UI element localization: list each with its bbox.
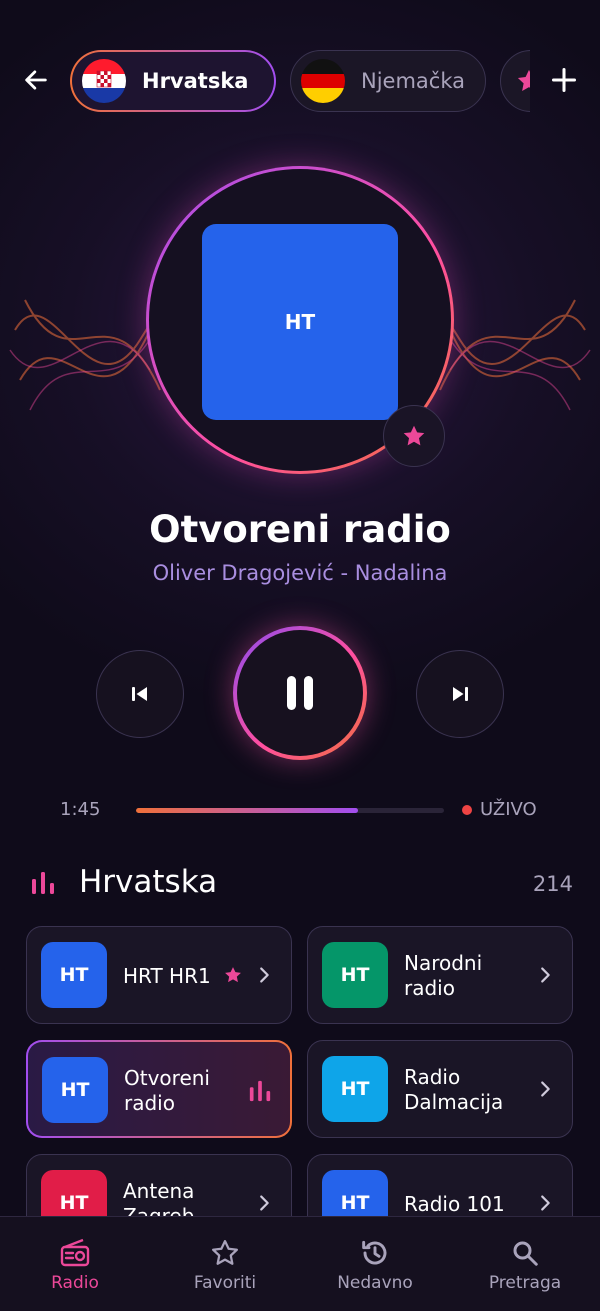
next-button[interactable] bbox=[416, 650, 504, 738]
station-logo: HT bbox=[42, 1057, 108, 1123]
station-card[interactable]: HT Radio 101 bbox=[307, 1154, 573, 1216]
station-name: Radio 101 bbox=[404, 1191, 505, 1216]
country-bar: Hrvatska Njemačka bbox=[0, 48, 600, 114]
app-screen: Hrvatska Njemačka HT Otvoreni radio Oliv… bbox=[0, 0, 600, 1311]
station-name: Radio Dalmacija bbox=[404, 1065, 504, 1114]
country-chip-njemacka[interactable]: Njemačka bbox=[290, 50, 486, 112]
station-logo: HT bbox=[322, 942, 388, 1008]
progress-fill bbox=[136, 808, 358, 813]
station-card[interactable]: HT Antena Zagreb bbox=[26, 1154, 292, 1216]
station-logo: HT bbox=[41, 942, 107, 1008]
nav-label: Radio bbox=[51, 1273, 99, 1293]
star-icon bbox=[517, 69, 530, 92]
station-card[interactable]: HT HRT HR1 bbox=[26, 926, 292, 1024]
station-card[interactable]: HT Radio Dalmacija bbox=[307, 1040, 573, 1138]
country-chip-hrvatska[interactable]: Hrvatska bbox=[70, 50, 276, 112]
pause-button[interactable] bbox=[233, 626, 367, 760]
station-name: Otvoreni radio bbox=[124, 1066, 210, 1115]
chevron-right-icon bbox=[541, 1081, 550, 1097]
now-playing-track: Oliver Dragojević - Nadalina bbox=[152, 561, 448, 585]
skip-previous-icon bbox=[132, 687, 147, 701]
country-chip-label: Njemačka bbox=[361, 69, 465, 93]
pause-icon bbox=[287, 676, 313, 710]
chevron-right-icon bbox=[541, 1195, 550, 1211]
progress-bar[interactable] bbox=[136, 808, 444, 813]
chevron-right-icon bbox=[260, 1195, 269, 1211]
star-icon bbox=[403, 425, 425, 446]
station-card-active[interactable]: HT Otvoreni radio bbox=[26, 1040, 292, 1138]
nav-label: Nedavno bbox=[337, 1273, 413, 1293]
arrow-left-icon bbox=[25, 70, 47, 90]
country-chip-favorites[interactable] bbox=[500, 50, 530, 112]
station-grid: HT HRT HR1 HT Narodni radio HT Otvoreni … bbox=[26, 926, 574, 1216]
station-card[interactable]: HT Narodni radio bbox=[307, 926, 573, 1024]
station-logo: HT bbox=[322, 1170, 388, 1216]
nav-label: Pretraga bbox=[488, 1273, 562, 1293]
live-dot-icon bbox=[462, 804, 472, 815]
country-chip-label: Hrvatska bbox=[142, 69, 249, 93]
station-name: Antena Zagreb bbox=[123, 1179, 195, 1216]
nav-radio[interactable]: Radio bbox=[0, 1217, 150, 1311]
croatia-flag-icon bbox=[82, 59, 126, 103]
section-header: Hrvatska 214 bbox=[30, 862, 575, 906]
equalizer-icon bbox=[32, 872, 54, 894]
station-name: Narodni radio bbox=[404, 951, 483, 1000]
radio-icon bbox=[60, 1238, 90, 1267]
nav-nedavno[interactable]: Nedavno bbox=[300, 1217, 450, 1311]
favorite-button[interactable] bbox=[383, 405, 445, 467]
bottom-navigation: Radio Favoriti Nedavno Pretraga bbox=[0, 1216, 600, 1311]
equalizer-icon bbox=[249, 1080, 271, 1102]
station-logo: HT bbox=[41, 1170, 107, 1216]
back-button[interactable] bbox=[14, 58, 58, 102]
section-title: Hrvatska bbox=[79, 864, 218, 900]
nav-label: Favoriti bbox=[193, 1273, 257, 1293]
country-chips: Hrvatska Njemačka bbox=[70, 48, 530, 114]
germany-flag-icon bbox=[301, 59, 345, 103]
star-outline-icon bbox=[212, 1240, 238, 1265]
plus-icon bbox=[551, 67, 577, 93]
add-country-button[interactable] bbox=[542, 58, 586, 102]
chevron-right-icon bbox=[260, 967, 269, 983]
nav-favoriti[interactable]: Favoriti bbox=[150, 1217, 300, 1311]
station-count: 214 bbox=[532, 872, 573, 896]
nav-pretraga[interactable]: Pretraga bbox=[450, 1217, 600, 1311]
history-icon bbox=[362, 1240, 387, 1265]
search-icon bbox=[513, 1241, 538, 1266]
elapsed-time: 1:45 bbox=[60, 799, 101, 820]
station-title: Otvoreni radio bbox=[149, 508, 451, 551]
station-logo: HT bbox=[322, 1056, 388, 1122]
skip-next-icon bbox=[453, 687, 468, 701]
live-indicator: UŽIVO bbox=[462, 799, 537, 820]
previous-button[interactable] bbox=[96, 650, 184, 738]
star-icon bbox=[225, 967, 241, 983]
chevron-right-icon bbox=[541, 967, 550, 983]
station-cover: HT bbox=[202, 224, 398, 420]
live-label: UŽIVO bbox=[480, 799, 537, 820]
